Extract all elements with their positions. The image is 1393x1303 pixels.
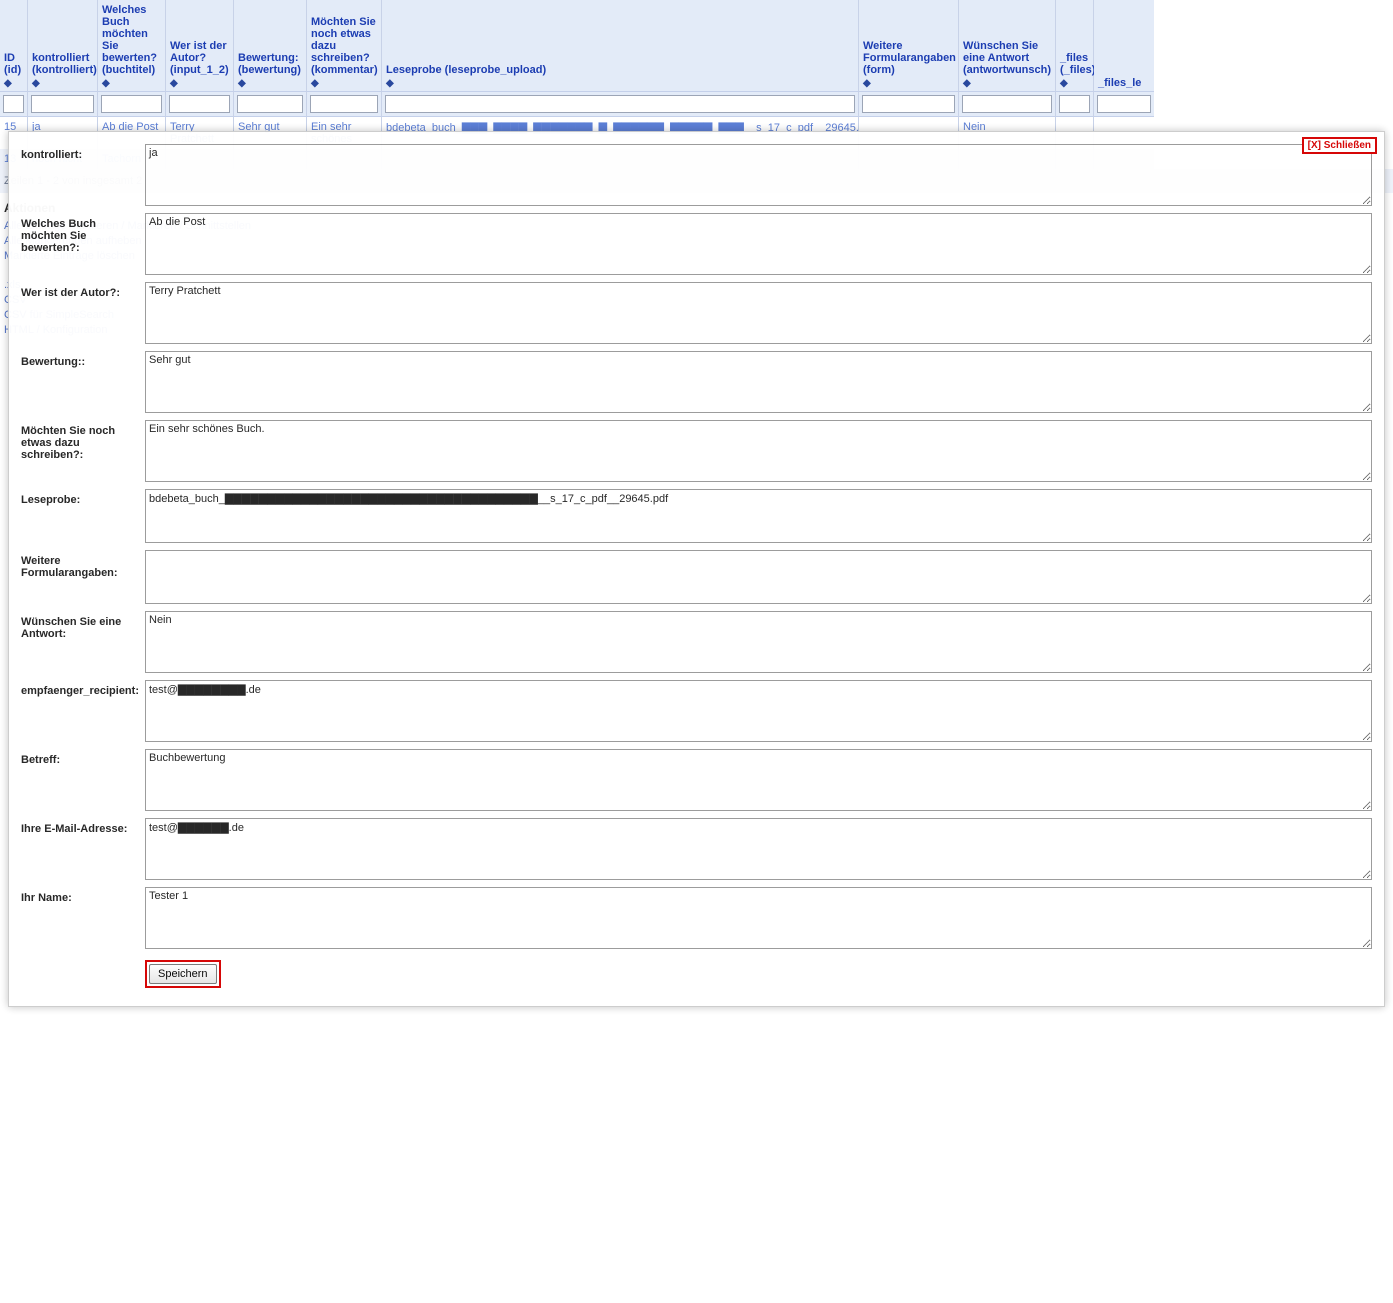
label-autor: Wer ist der Autor?: bbox=[21, 282, 145, 347]
input-antwortwunsch[interactable] bbox=[145, 611, 1372, 673]
filter-id[interactable] bbox=[3, 95, 24, 113]
filter-form[interactable] bbox=[862, 95, 955, 113]
close-button[interactable]: [X] Schließen bbox=[1302, 137, 1377, 154]
filter-antwort[interactable] bbox=[962, 95, 1052, 113]
filter-files[interactable] bbox=[1059, 95, 1090, 113]
sort-icon: ◆ bbox=[238, 78, 302, 89]
filter-kontrolliert[interactable] bbox=[31, 95, 94, 113]
label-formularangaben: Weitere Formularangaben: bbox=[21, 550, 145, 607]
sort-icon: ◆ bbox=[170, 78, 229, 89]
label-buchtitel: Welches Buch möchten Sie bewerten?: bbox=[21, 213, 145, 278]
label-email: Ihre E-Mail-Adresse: bbox=[21, 818, 145, 883]
sort-icon: ◆ bbox=[963, 78, 1051, 89]
input-kontrolliert[interactable] bbox=[145, 144, 1372, 206]
save-button[interactable]: Speichern bbox=[149, 964, 217, 984]
input-formularangaben[interactable] bbox=[145, 550, 1372, 604]
label-antwortwunsch: Wünschen Sie eine Antwort: bbox=[21, 611, 145, 676]
filter-buchtitel[interactable] bbox=[101, 95, 162, 113]
col-leseprobe[interactable]: Leseprobe (leseprobe_upload)◆ bbox=[382, 0, 859, 91]
edit-dialog: [X] Schließen kontrolliert: Welches Buch… bbox=[8, 131, 1385, 1007]
sort-icon: ◆ bbox=[32, 78, 93, 89]
label-bewertung: Bewertung:: bbox=[21, 351, 145, 416]
col-buchtitel[interactable]: Welches Buch möchten Sie bewerten? (buch… bbox=[98, 0, 166, 91]
filter-bewertung[interactable] bbox=[237, 95, 303, 113]
input-bewertung[interactable] bbox=[145, 351, 1372, 413]
col-kommentar[interactable]: Möchten Sie noch etwas dazu schreiben? (… bbox=[307, 0, 382, 91]
sort-icon: ◆ bbox=[1060, 78, 1089, 89]
input-kommentar[interactable] bbox=[145, 420, 1372, 482]
label-name: Ihr Name: bbox=[21, 887, 145, 952]
col-kontrolliert[interactable]: kontrolliert (kontrolliert)◆ bbox=[28, 0, 98, 91]
filter-kommentar[interactable] bbox=[310, 95, 378, 113]
sort-icon: ◆ bbox=[863, 78, 954, 89]
input-email[interactable] bbox=[145, 818, 1372, 880]
input-name[interactable] bbox=[145, 887, 1372, 949]
label-kommentar: Möchten Sie noch etwas dazu schreiben?: bbox=[21, 420, 145, 485]
filter-leseprobe[interactable] bbox=[385, 95, 855, 113]
grid-filter-row bbox=[0, 91, 1393, 117]
col-files[interactable]: _files (_files)◆ bbox=[1056, 0, 1094, 91]
sort-icon: ◆ bbox=[102, 78, 161, 89]
label-kontrolliert: kontrolliert: bbox=[21, 144, 145, 209]
grid-header-row: ID (id)◆ kontrolliert (kontrolliert)◆ We… bbox=[0, 0, 1393, 91]
col-autor[interactable]: Wer ist der Autor? (input_1_2)◆ bbox=[166, 0, 234, 91]
input-betreff[interactable] bbox=[145, 749, 1372, 811]
label-betreff: Betreff: bbox=[21, 749, 145, 814]
label-leseprobe: Leseprobe: bbox=[21, 489, 145, 546]
input-buchtitel[interactable] bbox=[145, 213, 1372, 275]
col-bewertung[interactable]: Bewertung: (bewertung)◆ bbox=[234, 0, 307, 91]
filter-files-le[interactable] bbox=[1097, 95, 1151, 113]
filter-autor[interactable] bbox=[169, 95, 230, 113]
input-empfaenger[interactable] bbox=[145, 680, 1372, 742]
label-empfaenger: empfaenger_recipient: bbox=[21, 680, 145, 745]
save-button-wrap: Speichern bbox=[145, 960, 221, 988]
input-leseprobe[interactable] bbox=[145, 489, 1372, 543]
col-form[interactable]: Weitere Formularangaben (form)◆ bbox=[859, 0, 959, 91]
col-antwort[interactable]: Wünschen Sie eine Antwort (antwortwunsch… bbox=[959, 0, 1056, 91]
sort-icon: ◆ bbox=[311, 78, 377, 89]
sort-icon: ◆ bbox=[386, 78, 854, 89]
col-id[interactable]: ID (id)◆ bbox=[0, 0, 28, 91]
sort-icon: ◆ bbox=[4, 78, 23, 89]
col-files-le[interactable]: _files_le bbox=[1094, 0, 1154, 91]
input-autor[interactable] bbox=[145, 282, 1372, 344]
